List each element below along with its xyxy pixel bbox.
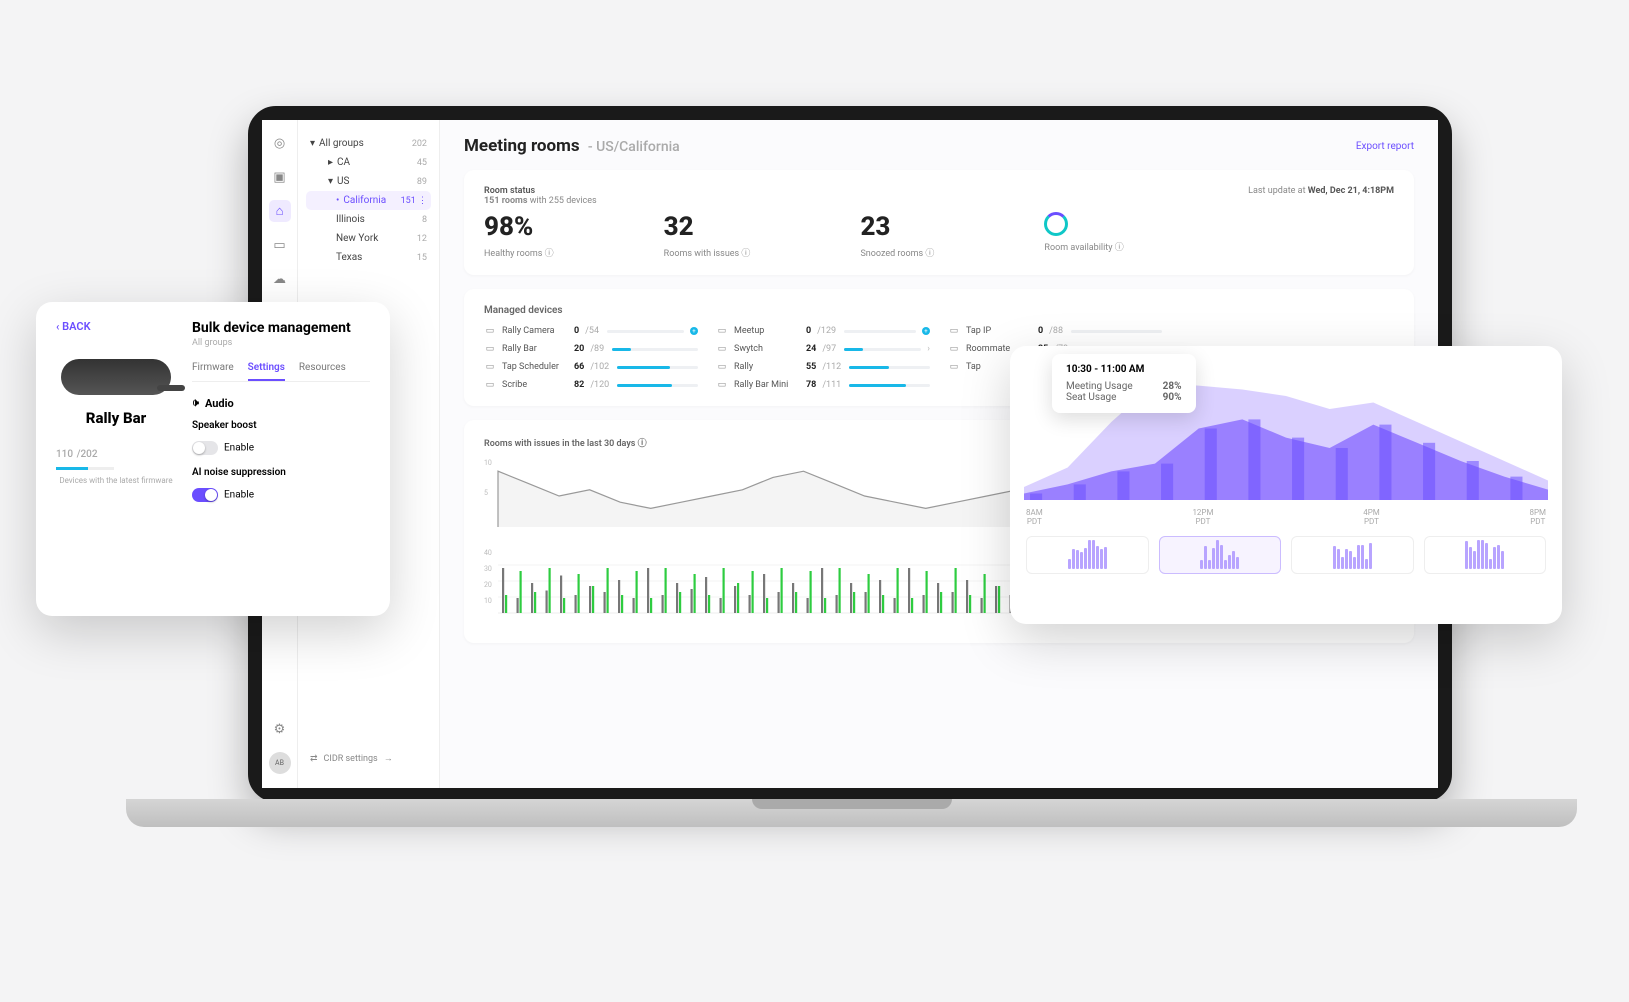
usage-thumb[interactable] bbox=[1026, 536, 1149, 574]
cloud-icon[interactable]: ☁ bbox=[269, 268, 291, 290]
avatar-icon[interactable]: AB bbox=[269, 752, 291, 774]
device-row[interactable]: ▭Meetup0/129+ bbox=[716, 326, 930, 336]
usage-tooltip: 10:30 - 11:00 AM Meeting Usage28% Seat U… bbox=[1052, 354, 1196, 413]
device-icon: ▭ bbox=[716, 344, 728, 354]
managed-devices-title: Managed devices bbox=[484, 305, 1394, 316]
laptop-base bbox=[126, 799, 1577, 827]
monitor-icon[interactable]: ▣ bbox=[269, 166, 291, 188]
device-row[interactable]: ▭Tap Scheduler66/102 bbox=[484, 362, 698, 372]
group-newyork[interactable]: New York12 bbox=[306, 229, 431, 248]
svg-text:40: 40 bbox=[484, 549, 492, 557]
device-icon: ▭ bbox=[484, 380, 496, 390]
metric-snoozed: 23Snoozed rooms ⓘ bbox=[860, 212, 934, 259]
tab-firmware[interactable]: Firmware bbox=[192, 362, 234, 381]
svg-text:20: 20 bbox=[484, 581, 492, 589]
svg-text:30: 30 bbox=[484, 565, 492, 573]
device-row[interactable]: ▭Scribe82/120 bbox=[484, 380, 698, 390]
hour-label: 8PMPDT bbox=[1529, 508, 1546, 526]
noise-suppression-label: AI noise suppression bbox=[192, 467, 370, 478]
usage-thumb[interactable] bbox=[1291, 536, 1414, 574]
group-us[interactable]: ▾ US89 bbox=[306, 172, 431, 191]
firmware-count: 110 /202 bbox=[56, 445, 176, 461]
group-all[interactable]: ▾ All groups202 bbox=[306, 134, 431, 153]
gear-icon[interactable]: ◎ bbox=[269, 132, 291, 154]
device-icon: ▭ bbox=[948, 344, 960, 354]
device-icon: ▭ bbox=[716, 362, 728, 372]
device-icon: ▭ bbox=[948, 362, 960, 372]
cidr-settings-link[interactable]: ⇄ CIDR settings → bbox=[310, 753, 393, 764]
tab-resources[interactable]: Resources bbox=[299, 362, 346, 381]
bulk-device-card: ‹ BACK Rally Bar 110 /202 Devices with t… bbox=[36, 302, 390, 616]
group-california[interactable]: • California151 ⋮ bbox=[306, 191, 431, 210]
noise-suppression-toggle[interactable] bbox=[192, 488, 218, 502]
firmware-label: Devices with the latest firmware bbox=[56, 476, 176, 486]
usage-thumb[interactable] bbox=[1424, 536, 1547, 574]
audio-section: 🕩Audio bbox=[192, 396, 370, 410]
usage-card: 10:30 - 11:00 AM Meeting Usage28% Seat U… bbox=[1010, 346, 1562, 624]
device-icon: ▭ bbox=[484, 344, 496, 354]
info-badge-icon[interactable]: + bbox=[690, 327, 698, 335]
camera-icon[interactable]: ⌂ bbox=[269, 200, 291, 222]
svg-text:10: 10 bbox=[484, 597, 492, 605]
metric-availability: Room availability ⓘ bbox=[1044, 212, 1123, 259]
svg-text:5: 5 bbox=[484, 489, 488, 497]
id-icon[interactable]: ▭ bbox=[269, 234, 291, 256]
speaker-boost-toggle[interactable] bbox=[192, 441, 218, 455]
room-status-title: Room status bbox=[484, 186, 597, 196]
tab-settings[interactable]: Settings bbox=[248, 362, 285, 381]
device-row[interactable]: ▭Rally Bar Mini78/111 bbox=[716, 380, 930, 390]
speaker-icon: 🕩 bbox=[192, 396, 199, 410]
info-badge-icon[interactable]: + bbox=[922, 327, 930, 335]
usage-thumb[interactable] bbox=[1159, 536, 1282, 574]
device-icon: ▭ bbox=[948, 326, 960, 336]
metric-issues: 32Rooms with issues ⓘ bbox=[664, 212, 751, 259]
metric-healthy: 98%Healthy rooms ⓘ bbox=[484, 212, 554, 259]
device-icon: ▭ bbox=[716, 326, 728, 336]
device-row[interactable]: ▭Tap IP0/88 bbox=[948, 326, 1162, 336]
device-icon: ▭ bbox=[484, 326, 496, 336]
device-row[interactable]: ▭Rally55/112 bbox=[716, 362, 930, 372]
device-name: Rally Bar bbox=[56, 409, 176, 427]
chevron-right-icon[interactable]: › bbox=[927, 344, 930, 354]
hour-label: 12PMPDT bbox=[1192, 508, 1213, 526]
room-status-card: Room status 151 rooms with 255 devices L… bbox=[464, 170, 1414, 275]
back-button[interactable]: ‹ BACK bbox=[56, 320, 176, 333]
export-report-link[interactable]: Export report bbox=[1356, 141, 1414, 152]
hour-label: 4PMPDT bbox=[1363, 508, 1380, 526]
device-row[interactable]: ▭Swytch24/97› bbox=[716, 344, 930, 354]
availability-ring-icon bbox=[1044, 212, 1068, 236]
group-texas[interactable]: Texas15 bbox=[306, 248, 431, 267]
last-update: Last update at Wed, Dec 21, 4:18PM bbox=[1248, 186, 1394, 206]
hour-label: 8AMPDT bbox=[1026, 508, 1043, 526]
speaker-boost-label: Speaker boost bbox=[192, 420, 370, 431]
bulk-title: Bulk device management bbox=[192, 320, 370, 336]
device-row[interactable]: ▭Rally Bar20/89 bbox=[484, 344, 698, 354]
settings-icon[interactable]: ⚙ bbox=[269, 718, 291, 740]
device-row[interactable]: ▭Rally Camera0/54+ bbox=[484, 326, 698, 336]
group-illinois[interactable]: Illinois8 bbox=[306, 210, 431, 229]
device-image bbox=[61, 359, 171, 395]
page-title: Meeting rooms - US/California bbox=[464, 136, 680, 156]
svg-text:10: 10 bbox=[484, 459, 492, 467]
bulk-subtitle: All groups bbox=[192, 338, 370, 348]
group-ca[interactable]: ▸ CA45 bbox=[306, 153, 431, 172]
device-icon: ▭ bbox=[484, 362, 496, 372]
device-icon: ▭ bbox=[716, 380, 728, 390]
